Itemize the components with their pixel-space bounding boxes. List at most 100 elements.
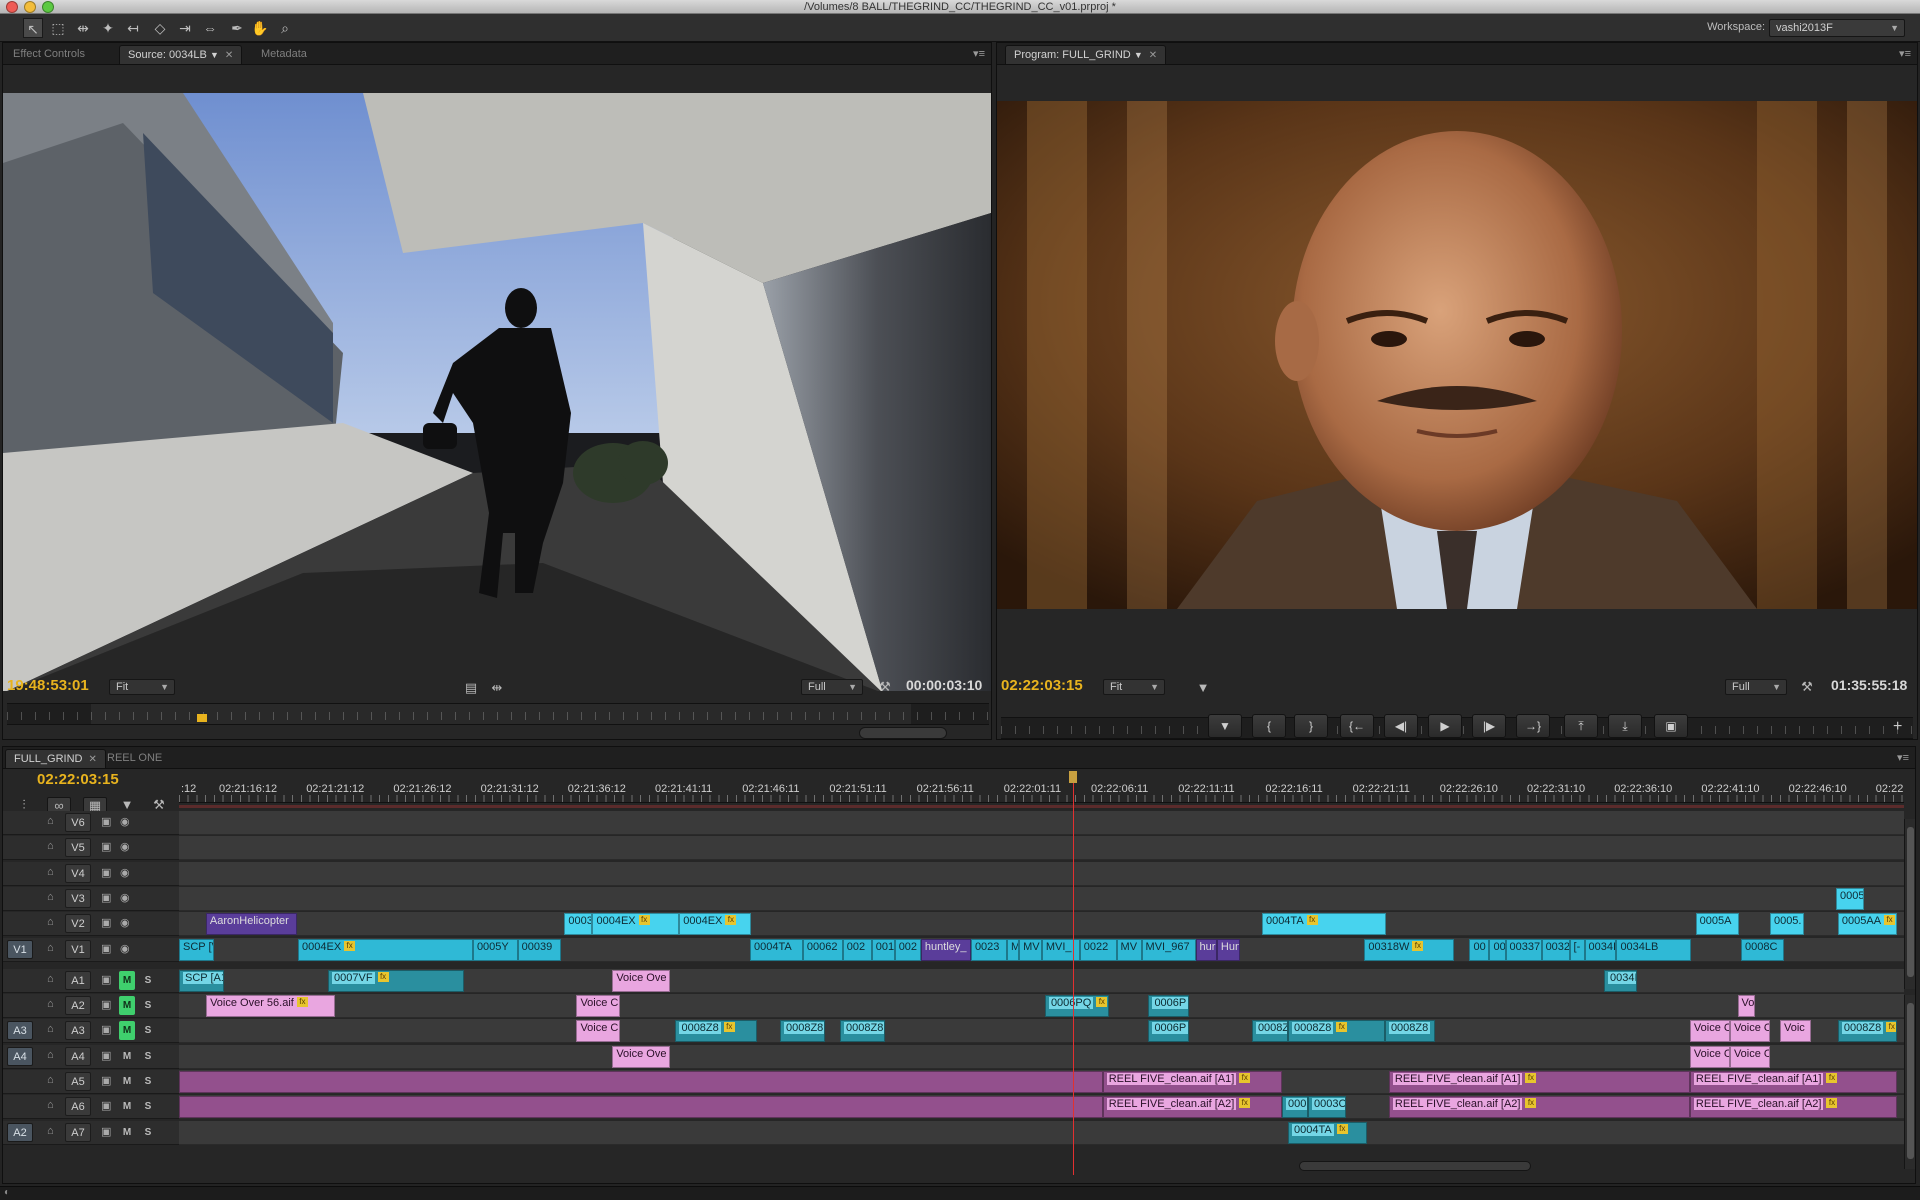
sync-lock-icon[interactable]: ▣ [101,1125,111,1138]
play-button[interactable]: ▶ [1428,714,1462,738]
lift-button[interactable]: ⤒ [1564,714,1598,738]
timeline-clip[interactable]: MV [1116,938,1142,961]
tab-effect-controls[interactable]: Effect Controls [5,45,93,64]
timeline-clip[interactable]: 0004TA [749,938,803,961]
solo-track-button[interactable]: S [141,1123,155,1142]
panel-menu-icon[interactable]: ▾≡ [1897,751,1909,764]
razor-tool-icon[interactable]: ◇ [150,18,170,38]
timeline-clip[interactable]: REEL FIVE_clean.aif [A1] fx [1388,1071,1690,1093]
timeline-clip[interactable]: 00 [1489,938,1506,961]
timeline-clip[interactable]: Vo [1737,995,1756,1018]
scrollbar-thumb[interactable] [1907,827,1914,977]
program-current-timecode[interactable]: 02:22:03:15 [1001,677,1083,694]
source-patch-target[interactable]: A3 [7,1021,33,1041]
solo-track-button[interactable]: S [141,1047,155,1066]
track-lane-a2[interactable]: Voice Over 56.aif fx Voice C 0006PQ fx 0006P V… [179,994,1904,1019]
sync-lock-icon[interactable]: ▣ [101,891,111,904]
timeline-playhead[interactable] [1072,783,1074,1175]
lock-icon[interactable]: ⌂ [47,1099,54,1111]
timeline-clip[interactable]: 0008Z8 fx [1837,1020,1897,1043]
timeline-clip[interactable]: 0008Z8 [840,1020,886,1043]
source-patch-target[interactable] [7,1097,33,1116]
timeline-clip[interactable]: Voice Over 56.aif fx [206,995,335,1018]
timeline-clip[interactable]: 0005. [1769,913,1805,936]
lock-icon[interactable]: ⌂ [47,866,54,878]
track-lane-v6[interactable] [179,811,1904,835]
scrollbar-thumb[interactable] [1907,1003,1914,1159]
timeline-clip[interactable]: 0008Z8 fx [675,1020,758,1043]
track-lane-v4[interactable] [179,861,1904,886]
timeline-clip[interactable]: Voice C [576,995,621,1018]
timeline-clip[interactable]: REEL FIVE_clean.aif [A1] fx [1689,1071,1897,1093]
timeline-clip[interactable]: hur [1195,938,1217,961]
source-patch-target[interactable] [7,889,33,908]
add-marker-button[interactable]: ▼ [1208,714,1242,738]
source-patch-target[interactable] [7,971,33,990]
close-icon[interactable]: ✕ [1149,50,1157,61]
timeline-clip[interactable]: 0032I3 [1541,938,1570,961]
timeline-clip[interactable]: 0003 [564,913,593,936]
timeline-clip[interactable]: REEL FIVE_clean.aif [A2] fx [1388,1096,1690,1119]
sync-lock-icon[interactable]: ▣ [101,866,111,879]
timeline-clip[interactable]: Voice O [1729,1020,1770,1043]
track-name[interactable]: A5 [65,1072,91,1091]
timeline-clip[interactable]: 0008Z8 fx [1288,1020,1385,1043]
sync-lock-icon[interactable]: ▣ [101,998,111,1011]
timeline-clip[interactable]: 0005A [1695,913,1739,936]
sync-lock-icon[interactable]: ▣ [101,1049,111,1062]
rolling-edit-tool-icon[interactable]: ✦ [98,18,118,38]
timeline-time-ruler[interactable]: :12 02:21:16:12 02:21:21:12 02:21:26:12 02:2… [179,783,1904,803]
timeline-zoom-scrollbar[interactable] [1299,1161,1531,1171]
video-tracks-scrollbar[interactable] [1904,819,1915,989]
timeline-clip[interactable]: 0004EX fx [592,913,680,936]
eye-icon[interactable]: ◉ [120,840,130,853]
timeline-clip[interactable]: 0003C [1308,1096,1346,1119]
source-playhead-icon[interactable] [197,714,207,722]
timeline-clip[interactable]: Voice C [1689,1045,1730,1068]
track-name[interactable]: V2 [65,914,91,934]
track-name[interactable]: V5 [65,838,91,858]
mute-track-button[interactable]: M [119,1021,135,1041]
mute-track-button[interactable]: M [119,1047,135,1066]
timeline-clip[interactable]: Voice C [576,1020,621,1043]
timeline-clip[interactable]: AaronHelicopter [205,913,297,936]
source-patch-target[interactable]: A4 [7,1046,33,1066]
timeline-clip[interactable]: 0034I [1604,969,1637,992]
timeline-clip[interactable]: 00318W fx [1364,938,1455,961]
source-patch-target[interactable] [7,813,33,832]
work-area-bar[interactable] [179,805,1904,808]
track-name[interactable]: A7 [65,1122,91,1142]
panel-menu-icon[interactable]: ▾≡ [973,47,985,60]
selection-tool-icon[interactable]: ↖ [23,18,43,38]
timeline-clip[interactable]: 0004TA fx [1261,913,1386,936]
timeline-clip[interactable]: MV [1019,938,1042,961]
timeline-clip[interactable]: 0034I [1584,938,1617,961]
timeline-clip[interactable]: 00 [1469,938,1490,961]
slide-tool-icon[interactable]: ⇔ [200,18,220,38]
pen-tool-icon[interactable]: ✒ [227,18,247,38]
timeline-clip[interactable]: 002 [842,938,872,961]
go-to-in-button[interactable]: {← [1340,714,1374,738]
lock-icon[interactable]: ⌂ [47,815,54,827]
timeline-clip[interactable]: Voice Ove [612,1045,671,1068]
lock-icon[interactable]: ⌂ [47,1049,54,1061]
solo-track-button[interactable]: S [141,1021,155,1040]
track-select-tool-icon[interactable]: ⬚ [48,18,68,38]
mark-out-button[interactable]: } [1294,714,1328,738]
timeline-clip[interactable]: M [1007,938,1020,961]
timeline-clip[interactable]: Voic [1779,1020,1812,1043]
timeline-clip[interactable]: 0006P [1148,1020,1189,1043]
solo-track-button[interactable]: S [141,996,155,1015]
timeline-clip[interactable] [179,1071,1103,1093]
mute-track-button[interactable]: M [119,1123,135,1142]
source-fit-dropdown[interactable]: Fit ▼ [109,679,175,695]
marker-icon[interactable]: ▼ [1195,680,1211,696]
timeline-clip[interactable]: REEL FIVE_clean.aif [A1] fx [1102,1071,1282,1093]
timeline-clip[interactable]: MVI_967 [1141,938,1196,961]
solo-track-button[interactable]: S [141,1072,155,1091]
track-lane-a4[interactable]: Voice Ove Voice C Voice O [179,1044,1904,1069]
eye-icon[interactable]: ◉ [120,942,130,955]
eye-icon[interactable]: ◉ [120,866,130,879]
timeline-clip[interactable]: [- [1569,938,1585,961]
track-name[interactable]: V4 [65,863,91,883]
